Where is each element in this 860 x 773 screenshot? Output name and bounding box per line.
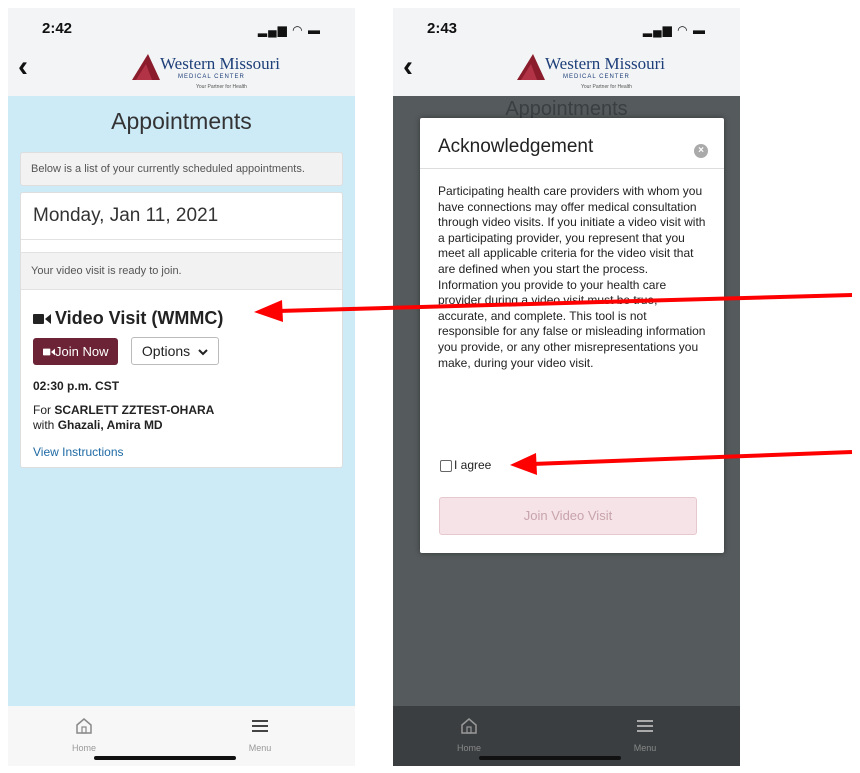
arrow-to-video-visit [254,293,853,322]
annotation-arrows [254,293,853,475]
arrow-to-agree-checkbox [510,450,853,475]
